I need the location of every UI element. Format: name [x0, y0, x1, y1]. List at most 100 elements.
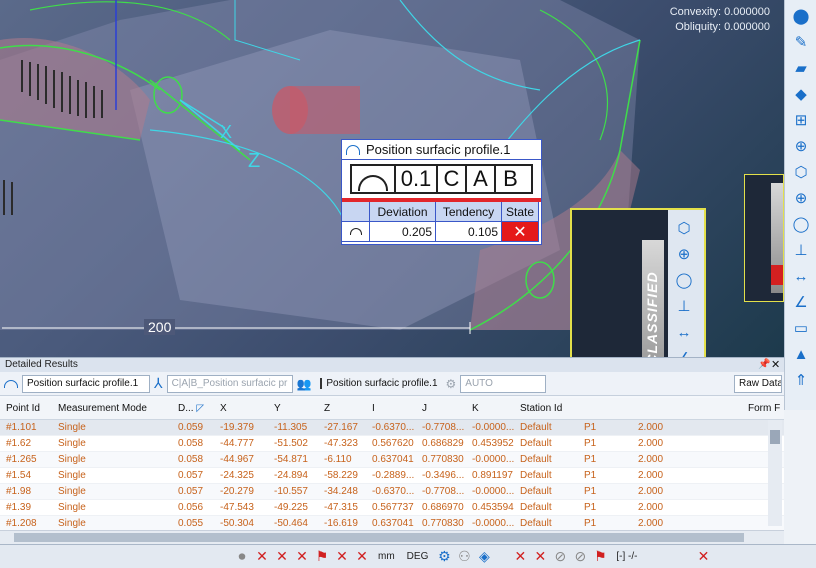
filter-icon[interactable]: ⚙ — [434, 548, 454, 566]
cell-station-id: Default — [520, 454, 552, 465]
axis-clear-icon[interactable]: ✕ — [332, 548, 352, 566]
flag-icon[interactable]: ⚑ — [590, 548, 610, 566]
feature-control-frame[interactable]: Position surfacic profile.1 0.1 C A B De… — [341, 139, 542, 245]
table-row[interactable]: #1.54 Single 0.057 -24.325 -24.894 -58.229 -0.… — [0, 468, 784, 484]
cell-i: -0.6370... — [372, 422, 415, 433]
status-close-icon[interactable]: ✕ — [693, 548, 713, 566]
axis-icon[interactable]: ⊥ — [787, 238, 815, 262]
cell-station-id: Default — [520, 502, 552, 513]
cell-deviation: 0.059 — [178, 422, 204, 433]
circle-plus-icon[interactable]: ⊕ — [787, 186, 815, 210]
ellipse-icon[interactable]: ◯ — [787, 212, 815, 236]
frame-combo[interactable]: C|A|B_Position surfacic pr — [166, 374, 293, 393]
length-unit[interactable]: mm — [372, 551, 401, 562]
state-header: State — [502, 202, 539, 222]
cell-i: 0.637041 — [372, 454, 414, 465]
block-1-icon[interactable]: ⊘ — [550, 548, 570, 566]
col-x[interactable]: X — [214, 403, 268, 414]
hexagon-plus-icon[interactable]: ⬡ — [670, 216, 698, 240]
vertical-scroll-thumb[interactable] — [770, 430, 780, 444]
horizontal-scroll-thumb[interactable] — [14, 533, 744, 542]
cell-point-id: #1.265 — [6, 454, 37, 465]
cell-tolerance: 2.000 — [638, 454, 664, 465]
table-row[interactable]: #1.39 Single 0.056 -47.543 -49.225 -47.315 0.5… — [0, 500, 784, 516]
results-title: Detailed Results — [0, 358, 784, 372]
cell-measurement-mode: Single — [58, 454, 86, 465]
surface-icon[interactable]: ▰ — [787, 56, 815, 80]
dimension-icon[interactable]: ↔ — [670, 320, 698, 344]
cell-station-id: Default — [520, 470, 552, 481]
coordinate-icon[interactable]: ⊥ — [670, 294, 698, 318]
clear-2-icon[interactable]: ✕ — [272, 548, 292, 566]
table-row[interactable]: #1.101 Single 0.059 -19.379 -11.305 -27.167 -0… — [0, 420, 784, 436]
cell-z: -16.619 — [324, 518, 358, 529]
cell-z: -47.315 — [324, 502, 358, 513]
users-icon: 👥 — [296, 376, 312, 391]
col-station-id[interactable]: Station Id — [514, 403, 578, 414]
mode-combo[interactable]: AUTO — [460, 374, 547, 393]
fcf-tool-icon[interactable]: ▭ — [787, 316, 815, 340]
record-icon[interactable]: ⏺ — [232, 548, 252, 566]
col-point-id[interactable]: Point Id — [0, 403, 52, 414]
pin-icon[interactable]: 📌 — [758, 359, 770, 370]
table-row[interactable]: #1.98 Single 0.057 -20.279 -10.557 -34.248 -0.… — [0, 484, 784, 500]
col-deviation[interactable]: D... ◸ — [172, 403, 214, 414]
link-icon[interactable]: ⚇ — [454, 548, 474, 566]
col-k[interactable]: K — [466, 403, 514, 414]
rect-plus-icon[interactable]: ⊞ — [787, 108, 815, 132]
cell-z: -47.323 — [324, 438, 358, 449]
col-y[interactable]: Y — [268, 403, 318, 414]
cell-k: 0.453594 — [472, 502, 514, 513]
cell-point-id: #1.62 — [6, 438, 32, 449]
col-form[interactable]: Form F — [742, 403, 784, 414]
raw-data-button[interactable]: Raw Data — [734, 374, 782, 393]
cell-station-id: Default — [520, 486, 552, 497]
brush-icon[interactable]: ✎ — [787, 30, 815, 54]
cell-point-id: #1.39 — [6, 502, 32, 513]
table-row[interactable]: #1.208 Single 0.055 -50.304 -50.464 -16.619 0.… — [0, 516, 784, 530]
slot-plus-icon[interactable]: ⊕ — [787, 134, 815, 158]
probe-icon[interactable]: ⬤ — [787, 4, 815, 28]
col-z[interactable]: Z — [318, 403, 366, 414]
vertical-scrollbar[interactable] — [768, 420, 782, 526]
clear-1-icon[interactable]: ✕ — [252, 548, 272, 566]
feature-combo[interactable]: Position surfacic profile.1 — [22, 374, 150, 393]
close-panel-icon[interactable]: ✕ — [771, 358, 780, 371]
clear-3-icon[interactable]: ✕ — [292, 548, 312, 566]
horizontal-scrollbar[interactable] — [0, 530, 784, 544]
datum-a: A — [467, 166, 496, 192]
datum-icon[interactable]: ▲ — [787, 342, 815, 366]
block-2-icon[interactable]: ⊘ — [570, 548, 590, 566]
ring-icon[interactable]: ◯ — [670, 268, 698, 292]
hexagon-icon[interactable]: ⬡ — [787, 160, 815, 184]
angle-unit[interactable]: DEG — [401, 551, 435, 562]
cell-y: -54.871 — [274, 454, 308, 465]
cell-tolerance: 2.000 — [638, 486, 664, 497]
cell-k: -0.0000... — [472, 518, 514, 529]
col-measurement-mode[interactable]: Measurement Mode — [52, 403, 172, 414]
distance-icon[interactable]: ↔ — [787, 264, 815, 288]
col-j[interactable]: J — [416, 403, 466, 414]
table-row[interactable]: #1.62 Single 0.058 -44.777 -51.502 -47.323 0.5… — [0, 436, 784, 452]
table-row[interactable]: #1.265 Single 0.058 -44.967 -54.871 -6.110 0.6… — [0, 452, 784, 468]
selected-feature[interactable]: Position surfacic profile.1 — [316, 375, 442, 393]
clear-5-icon[interactable]: ✕ — [530, 548, 550, 566]
angle-tool-icon[interactable]: ∠ — [787, 290, 815, 314]
tendency-value: 0.105 — [436, 222, 502, 242]
settings-filter-icon: ⚙ — [445, 376, 457, 391]
measure-clear-icon[interactable]: ✕ — [352, 548, 372, 566]
obliquity-readout: Obliquity: 0.000000 — [675, 21, 770, 33]
view-icon[interactable]: ◈ — [474, 548, 494, 566]
cell-k: -0.0000... — [472, 454, 514, 465]
cell-x: -47.543 — [220, 502, 254, 513]
col-i[interactable]: I — [366, 403, 416, 414]
oval-plus-icon[interactable]: ⊕ — [670, 242, 698, 266]
arrow-up-icon[interactable]: ⇑ — [787, 368, 815, 392]
probe-clear-icon[interactable]: ⚑ — [312, 548, 332, 566]
classified-panel-small[interactable] — [744, 174, 784, 302]
cell-j: -0.7708... — [422, 422, 465, 433]
cell-k: -0.0000... — [472, 422, 514, 433]
plane-icon[interactable]: ◆ — [787, 82, 815, 106]
clear-4-icon[interactable]: ✕ — [510, 548, 530, 566]
cell-z: -58.229 — [324, 470, 358, 481]
